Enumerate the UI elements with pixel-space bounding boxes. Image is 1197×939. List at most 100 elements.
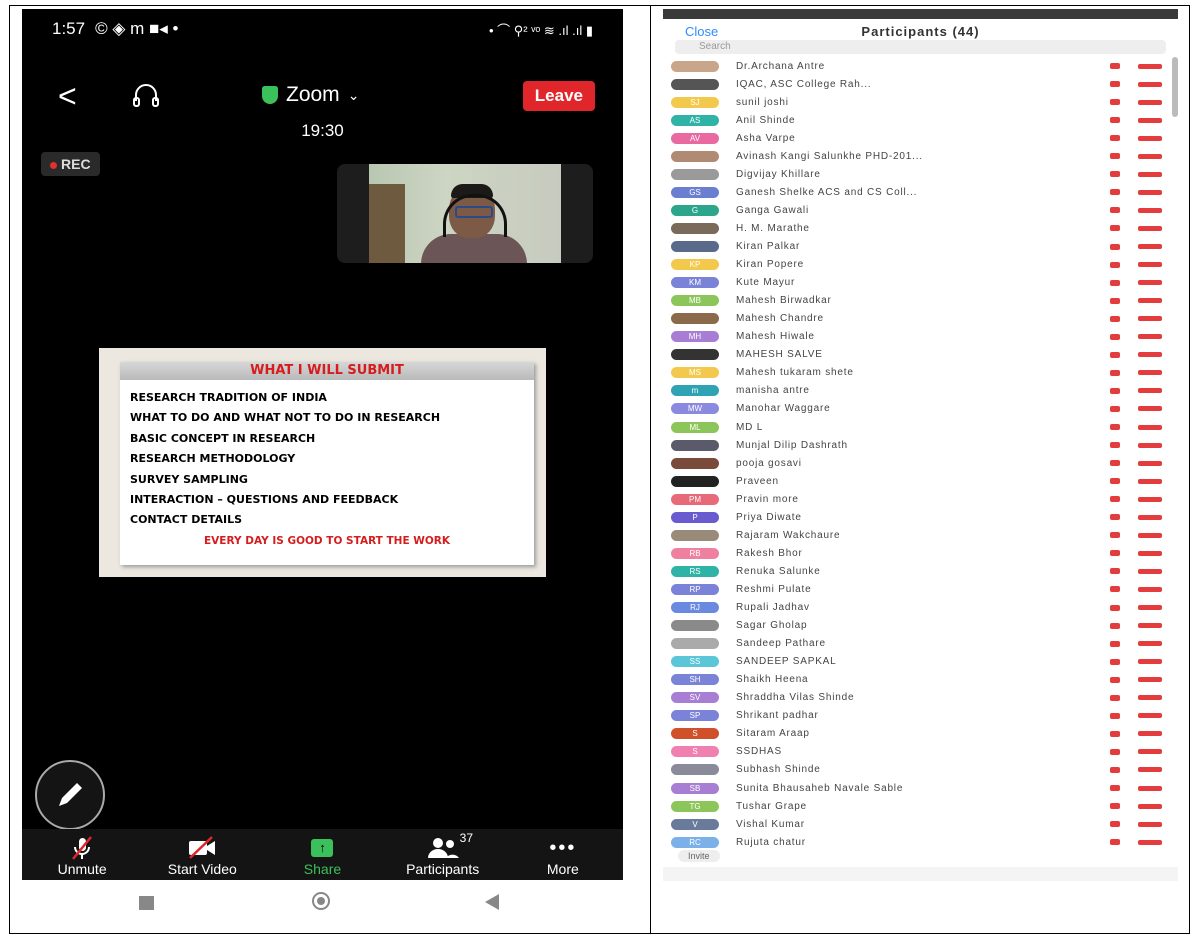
participant-name: Rujuta chatur [736, 836, 806, 848]
avatar: TG [671, 800, 719, 812]
participant-row[interactable]: SJ sunil joshi [663, 93, 1170, 111]
avatar: RC [671, 836, 719, 848]
participant-row[interactable]: Mahesh Chandre [663, 310, 1170, 328]
avatar [671, 241, 719, 252]
avatar [671, 620, 719, 632]
participant-name: Dr.Archana Antre [736, 60, 825, 72]
participant-row[interactable]: IQAC, ASC College Rah... [663, 75, 1170, 93]
annotate-button[interactable] [35, 760, 105, 830]
participant-row[interactable]: Kiran Palkar [663, 238, 1170, 256]
participant-row[interactable]: S Sitaram Araap [663, 725, 1170, 743]
participant-row[interactable]: MAHESH SALVE [663, 346, 1170, 364]
video-off-icon [1138, 117, 1162, 123]
participant-row[interactable]: MB Mahesh Birwadkar [663, 292, 1170, 310]
avatar: SH [671, 674, 719, 686]
participant-row[interactable]: Rajaram Wakchaure [663, 526, 1170, 544]
avatar [671, 457, 719, 469]
participant-row[interactable]: Dr.Archana Antre [663, 57, 1170, 75]
participant-name: Munjal Dilip Dashrath [736, 439, 848, 451]
participant-name: Ganga Gawali [736, 204, 809, 216]
participant-row[interactable]: MS Mahesh tukaram shete [663, 364, 1170, 382]
participant-row[interactable]: H. M. Marathe [663, 219, 1170, 237]
participant-row[interactable]: P Priya Diwate [663, 508, 1170, 526]
participant-row[interactable]: RP Reshmi Pulate [663, 580, 1170, 598]
participant-row[interactable]: Avinash Kangi Salunkhe PHD-201... [663, 147, 1170, 165]
participant-row[interactable]: MH Mahesh Hiwale [663, 328, 1170, 346]
video-background-door [369, 184, 405, 263]
mic-muted-icon [1110, 478, 1120, 485]
participant-row[interactable]: Sandeep Pathare [663, 635, 1170, 653]
participant-row[interactable]: AS Anil Shinde [663, 111, 1170, 129]
mic-muted-icon [1110, 496, 1120, 503]
participant-row[interactable]: G Ganga Gawali [663, 201, 1170, 219]
video-off-icon [1138, 153, 1162, 159]
participant-row[interactable]: SV Shraddha Vilas Shinde [663, 689, 1170, 707]
video-off-icon [1138, 677, 1162, 683]
share-button[interactable]: ↑ Share [272, 835, 372, 877]
participant-row[interactable]: ML MD L [663, 418, 1170, 436]
participant-row[interactable]: SB Sunita Bhausaheb Navale Sable [663, 779, 1170, 797]
video-off-icon [1138, 171, 1162, 177]
avatar: m [671, 385, 719, 397]
mic-muted-icon [1110, 63, 1120, 69]
participant-row[interactable]: PM Pravin more [663, 490, 1170, 508]
participant-row[interactable]: TG Tushar Grape [663, 797, 1170, 815]
back-nav-icon[interactable] [485, 894, 499, 910]
start-video-button[interactable]: Start Video [152, 835, 252, 877]
participant-row[interactable]: S SSDHAS [663, 743, 1170, 761]
participant-row[interactable]: Digvijay Khillare [663, 165, 1170, 183]
participants-button[interactable]: 37 Participants [393, 831, 493, 877]
slide-item: INTERACTION – QUESTIONS AND FEEDBACK [130, 492, 399, 506]
mic-muted-icon [1110, 405, 1120, 412]
participant-row[interactable]: V Vishal Kumar [663, 815, 1170, 833]
more-button[interactable]: ••• More [513, 835, 613, 878]
invite-button[interactable]: Invite [678, 850, 720, 862]
participant-row[interactable]: RB Rakesh Bhor [663, 544, 1170, 562]
avatar: MW [671, 403, 719, 415]
video-off-icon [1138, 731, 1162, 737]
participant-row[interactable]: MW Manohar Waggare [663, 400, 1170, 418]
search-input[interactable]: Search [675, 40, 1166, 54]
avatar: AV [671, 132, 719, 144]
participant-row[interactable]: Praveen [663, 472, 1170, 490]
video-person-body [421, 234, 527, 263]
unmute-button[interactable]: Unmute [32, 835, 132, 877]
meeting-title-dropdown[interactable]: Zoom ⌄ [262, 83, 359, 107]
participant-row[interactable]: pooja gosavi [663, 454, 1170, 472]
participant-row[interactable]: KP Kiran Popere [663, 256, 1170, 274]
participant-row[interactable]: SH Shaikh Heena [663, 671, 1170, 689]
participant-row[interactable]: RS Renuka Salunke [663, 562, 1170, 580]
slide-title: WHAT I WILL SUBMIT [120, 362, 534, 380]
meeting-toolbar: Unmute Start Video ↑ Share 37 Participan… [22, 829, 623, 880]
video-off-icon [1138, 514, 1162, 520]
participant-row[interactable]: Subhash Shinde [663, 761, 1170, 779]
headphones-icon[interactable] [132, 83, 160, 109]
participant-row[interactable]: GS Ganesh Shelke ACS and CS Coll... [663, 183, 1170, 201]
avatar: ML [671, 421, 719, 433]
back-icon[interactable]: < [58, 79, 77, 113]
participant-row[interactable]: Sagar Gholap [663, 617, 1170, 635]
participant-row[interactable]: AV Asha Varpe [663, 129, 1170, 147]
participant-row[interactable]: SS SANDEEP SAPKAL [663, 653, 1170, 671]
scrollbar[interactable] [1172, 57, 1178, 117]
avatar [671, 222, 719, 234]
participants-header: Close Participants (44) [663, 22, 1178, 42]
participant-row[interactable]: m manisha antre [663, 382, 1170, 400]
participant-row[interactable]: RC Rujuta chatur [663, 833, 1170, 851]
meeting-timer: 19:30 [301, 121, 344, 140]
video-thumbnail[interactable] [337, 164, 593, 263]
participant-row[interactable]: RJ Rupali Jadhav [663, 599, 1170, 617]
avatar [671, 475, 719, 487]
participant-row[interactable]: SP Shrikant padhar [663, 707, 1170, 725]
home-icon[interactable] [312, 892, 330, 910]
participant-row[interactable]: KM Kute Mayur [663, 274, 1170, 292]
video-off-icon [1138, 785, 1162, 791]
chevron-down-icon: ⌄ [347, 86, 360, 103]
recents-icon[interactable] [139, 896, 154, 910]
participant-name: Rakesh Bhor [736, 547, 803, 559]
participant-row[interactable]: Munjal Dilip Dashrath [663, 436, 1170, 454]
leave-button[interactable]: Leave [522, 81, 595, 111]
video-off-icon [1138, 550, 1162, 556]
mic-muted-icon [1110, 640, 1120, 647]
video-off-icon [1138, 388, 1162, 394]
